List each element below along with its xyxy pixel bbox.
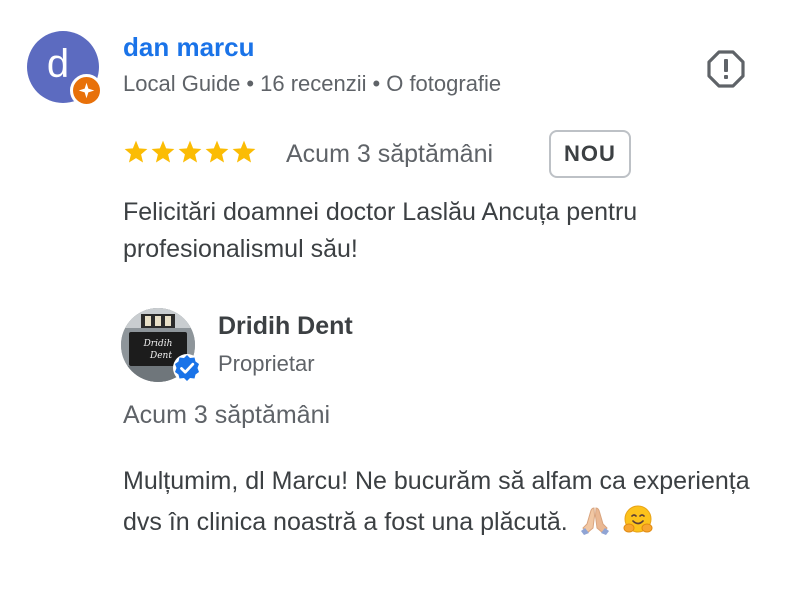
new-badge: NOU [549,130,631,178]
review-text: Felicitări doamnei doctor Laslău Ancuța … [123,198,638,263]
hugging-face-emoji-icon [622,504,654,536]
owner-avatar-sign-line1: Dridih [143,339,173,349]
star-rating [123,139,257,165]
folded-hands-emoji-icon [579,504,611,536]
local-guide-badge-icon [70,74,103,107]
verified-check-icon [172,353,202,383]
owner-name[interactable]: Dridih Dent [218,312,353,341]
star-icon [205,140,229,163]
star-icon [232,140,256,163]
report-icon[interactable] [707,50,745,88]
owner-role: Proprietar [218,351,315,376]
meta-separator: • [246,71,255,96]
star-icon [178,140,202,163]
review-time: Acum 3 săptămâni [286,140,494,168]
star-icon [124,140,148,163]
response-body: Mulțumim, dl Marcu! Ne bucurăm să alfam … [123,467,750,536]
photos-count: O fotografie [386,71,502,96]
reviewer-name[interactable]: dan marcu [123,32,255,63]
avatar-initial: d [46,42,70,86]
reviewer-meta: Local Guide • 16 recenzii • O fotografie [123,71,501,97]
star-icon [151,140,175,163]
response-text: Mulțumim, dl Marcu! Ne bucurăm să alfam … [123,461,763,543]
local-guide-label: Local Guide [123,71,241,96]
reviews-count: 16 recenzii [260,71,367,96]
owner-avatar-sign-line2: Dent [149,351,172,361]
response-time: Acum 3 săptămâni [123,401,331,429]
meta-separator: • [372,71,381,96]
